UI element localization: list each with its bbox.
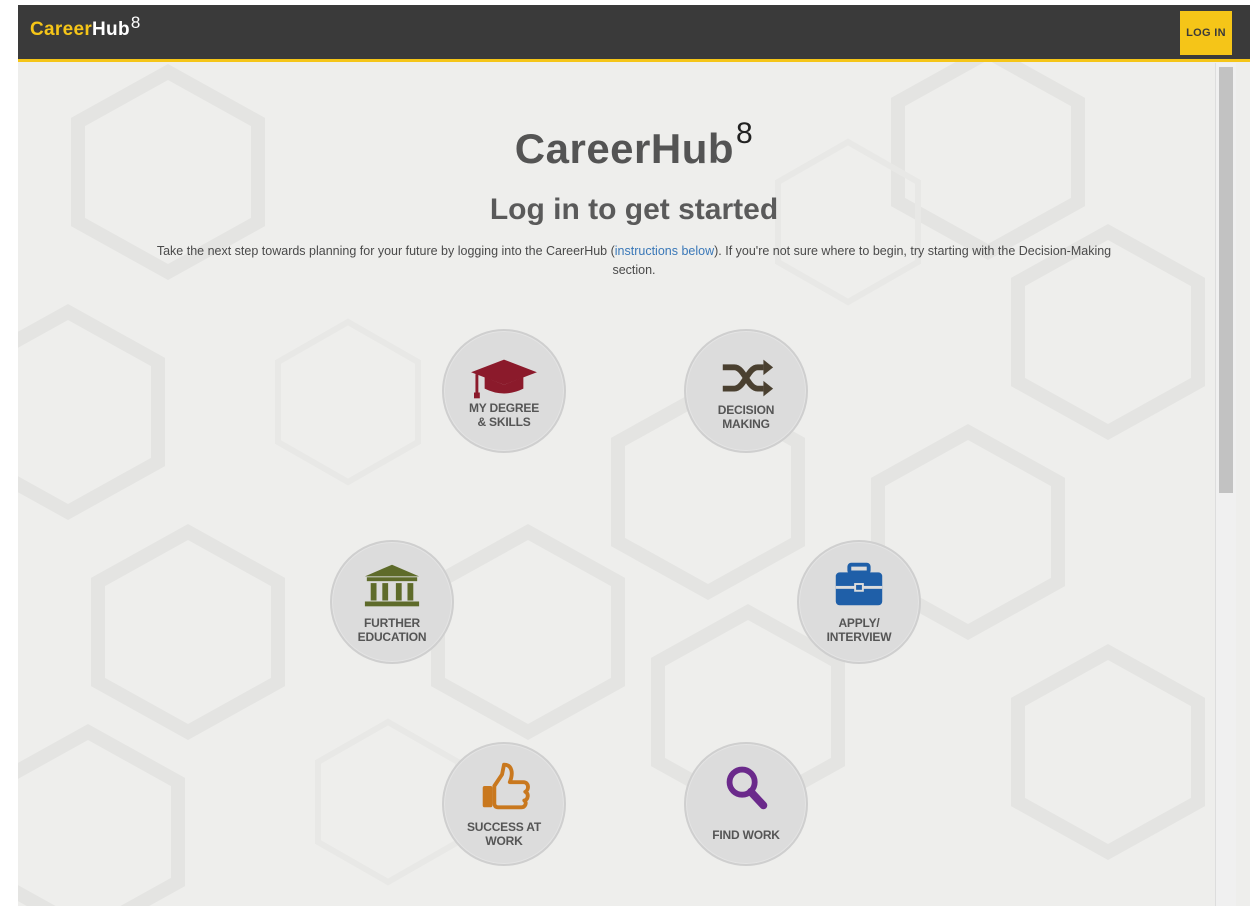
graduation-cap-icon bbox=[471, 359, 537, 399]
careerhub-logo: CareerHub8 bbox=[18, 117, 1250, 173]
my-degree-skills-label-line1: MY DEGREE bbox=[469, 401, 539, 415]
intro-text: Take the next step towards planning for … bbox=[148, 242, 1120, 280]
brand-logo[interactable]: CareerHub8 bbox=[30, 13, 141, 41]
log-in-button[interactable]: LOG IN bbox=[1180, 11, 1232, 55]
magnifier-icon bbox=[726, 766, 768, 810]
brand-logo-text-hub: Hub bbox=[92, 19, 130, 40]
decision-making-label-line2: MAKING bbox=[722, 417, 770, 431]
briefcase-icon bbox=[835, 562, 883, 606]
careerhub-mark-icon: 8 bbox=[736, 117, 754, 150]
page-title: Log in to get started bbox=[489, 193, 779, 226]
decision-making-button[interactable]: DECISION MAKING bbox=[684, 329, 808, 453]
find-work-button[interactable]: FIND WORK bbox=[684, 742, 808, 866]
instructions-link[interactable]: instructions below bbox=[615, 244, 714, 258]
apply-interview-label-line2: INTERVIEW bbox=[826, 630, 892, 644]
further-education-button[interactable]: FURTHER EDUCATION bbox=[330, 540, 454, 664]
careerhub-logo-text: CareerHub bbox=[514, 125, 735, 172]
further-education-label-line1: FURTHER bbox=[364, 616, 420, 630]
intro-text-before: Take the next step towards planning for … bbox=[156, 244, 615, 258]
apply-interview-button[interactable]: APPLY/ INTERVIEW bbox=[797, 540, 921, 664]
brand-logo-text-career: Career bbox=[30, 19, 93, 40]
top-navigation-bar: CareerHub8 LOG IN bbox=[18, 5, 1250, 62]
thumbs-up-icon bbox=[482, 762, 530, 810]
vertical-scrollbar[interactable] bbox=[1215, 63, 1236, 906]
shuffle-icon bbox=[722, 359, 774, 397]
my-degree-skills-button[interactable]: MY DEGREE & SKILLS bbox=[442, 329, 566, 453]
institution-icon bbox=[364, 564, 420, 607]
success-at-work-label-line1: SUCCESS AT bbox=[466, 820, 541, 834]
hexagon-background bbox=[18, 62, 1205, 906]
my-degree-skills-label-line2: & SKILLS bbox=[477, 415, 531, 429]
apply-interview-label-line1: APPLY/ bbox=[838, 616, 880, 630]
further-education-label-line2: EDUCATION bbox=[357, 630, 427, 644]
page-frame: CareerHub8 LOG IN CareerHub8 Log in to g… bbox=[18, 5, 1250, 906]
brand-mark-icon: 8 bbox=[130, 13, 141, 32]
decision-making-label-line1: DECISION bbox=[717, 403, 775, 417]
success-at-work-label-line2: WORK bbox=[485, 834, 523, 848]
find-work-label-line1: FIND WORK bbox=[712, 828, 780, 842]
success-at-work-button[interactable]: SUCCESS AT WORK bbox=[442, 742, 566, 866]
